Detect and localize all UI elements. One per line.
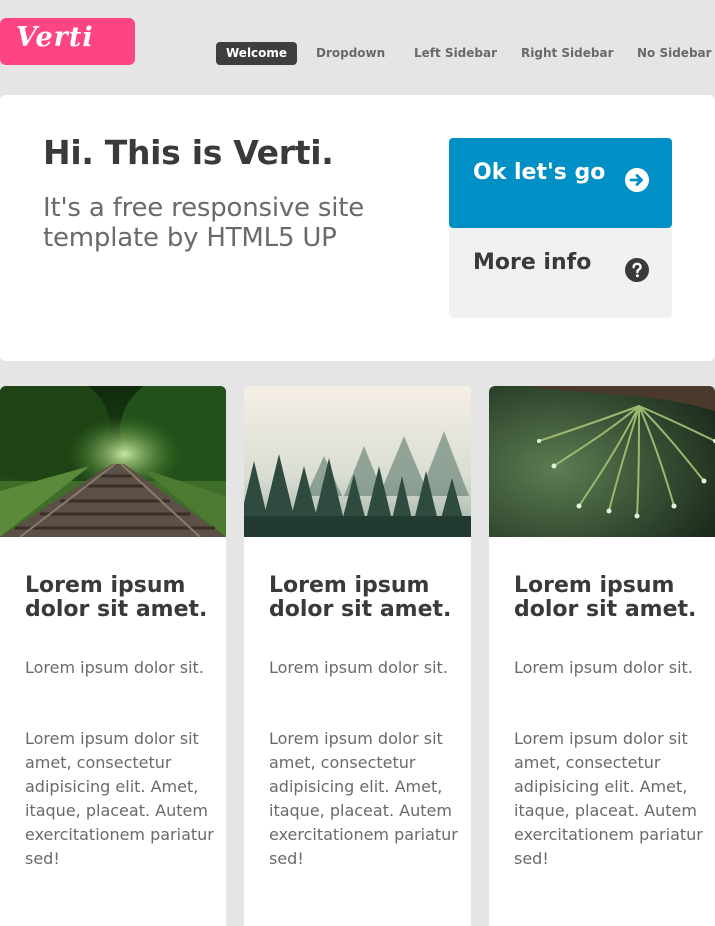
banner: Hi. This is Verti. It's a free responsiv…: [0, 95, 715, 361]
feature-card: Lorem ipsum dolor sit amet. Lorem ipsum …: [244, 386, 471, 926]
site-logo[interactable]: Verti: [0, 18, 135, 65]
banner-title: Hi. This is Verti.: [43, 133, 334, 172]
question-circle-icon: [625, 258, 649, 282]
ok-lets-go-button[interactable]: Ok let's go: [449, 138, 672, 228]
card-text: Lorem ipsum dolor sit amet, consectetur …: [25, 729, 214, 868]
card-subtitle: Lorem ipsum dolor sit.: [514, 658, 693, 677]
nav-item-left-sidebar[interactable]: Left Sidebar: [414, 42, 497, 65]
ok-lets-go-label: Ok let's go: [473, 160, 606, 185]
feature-card: Lorem ipsum dolor sit amet. Lorem ipsum …: [0, 386, 226, 926]
card-title: Lorem ipsum dolor sit amet.: [269, 573, 452, 622]
nav-item-dropdown[interactable]: Dropdown: [316, 42, 385, 65]
nav-item-welcome[interactable]: Welcome: [216, 42, 298, 65]
railroad-tracks-image[interactable]: [0, 386, 226, 537]
arrow-right-circle-icon: [625, 168, 649, 192]
more-info-button[interactable]: More info: [449, 228, 672, 318]
card-subtitle: Lorem ipsum dolor sit.: [25, 658, 204, 677]
banner-subtitle: It's a free responsive site template by …: [43, 193, 365, 253]
card-text: Lorem ipsum dolor sit amet, consectetur …: [269, 729, 458, 868]
card-subtitle: Lorem ipsum dolor sit.: [269, 658, 448, 677]
card-title: Lorem ipsum dolor sit amet.: [514, 573, 697, 622]
nav-item-right-sidebar[interactable]: Right Sidebar: [521, 42, 614, 65]
feature-card: Lorem ipsum dolor sit amet. Lorem ipsum …: [489, 386, 715, 926]
logo-text: Verti: [16, 22, 94, 53]
pine-needles-image[interactable]: [489, 386, 715, 537]
card-text: Lorem ipsum dolor sit amet, consectetur …: [514, 729, 703, 868]
card-title: Lorem ipsum dolor sit amet.: [25, 573, 208, 622]
misty-forest-image[interactable]: [244, 386, 471, 537]
main-nav: Welcome Dropdown Left Sidebar Right Side…: [216, 42, 715, 65]
nav-item-no-sidebar[interactable]: No Sidebar: [637, 42, 712, 65]
more-info-label: More info: [473, 250, 592, 275]
